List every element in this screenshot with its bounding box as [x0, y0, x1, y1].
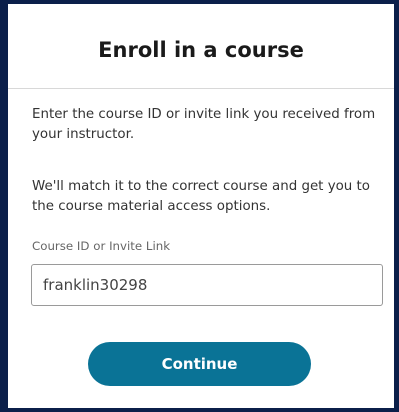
continue-button[interactable]: Continue — [88, 342, 311, 386]
title-divider — [8, 88, 394, 89]
course-id-label: Course ID or Invite Link — [32, 239, 171, 253]
enroll-dialog: Enroll in a course Enter the course ID o… — [8, 4, 394, 408]
match-info-text: We'll match it to the correct course and… — [32, 179, 370, 214]
dialog-title: Enroll in a course — [98, 38, 304, 62]
instructions-text: Enter the course ID or invite link you r… — [32, 107, 376, 142]
course-id-input[interactable] — [31, 264, 383, 306]
